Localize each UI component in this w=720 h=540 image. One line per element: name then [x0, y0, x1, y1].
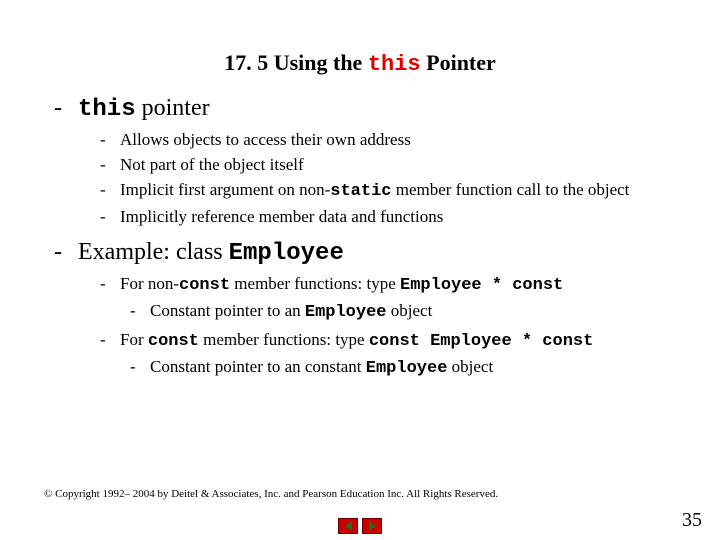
sub-1-4: - Implicitly reference member data and f…: [100, 206, 670, 229]
dash-icon: -: [100, 129, 120, 152]
title-suffix: Pointer: [421, 50, 496, 75]
slide-title: 17. 5 Using the this Pointer: [50, 50, 670, 77]
sub-2-1-sublist: - Constant pointer to an Employee object: [130, 300, 670, 327]
subsub-2-1-1-text: Constant pointer to an Employee object: [150, 300, 432, 325]
sub-1-2: - Not part of the object itself: [100, 154, 670, 177]
dash-icon: -: [130, 356, 150, 379]
title-keyword: this: [368, 52, 421, 77]
sub-1-3-post: member function call to the object: [391, 180, 629, 199]
slide-content: 17. 5 Using the this Pointer - this poin…: [0, 0, 720, 383]
sub-1-4-text: Implicitly reference member data and fun…: [120, 206, 443, 229]
bullet-list: - this pointer - Allows objects to acces…: [50, 95, 670, 383]
sub-1-1-text: Allows objects to access their own addre…: [120, 129, 411, 152]
prev-button[interactable]: [338, 518, 358, 534]
sub-1-2-text: Not part of the object itself: [120, 154, 304, 177]
subsub-2-1-1: - Constant pointer to an Employee object: [130, 300, 670, 325]
sub-2-1-text: For non-const member functions: type Emp…: [120, 273, 563, 298]
bullet-2-kw: Employee: [229, 240, 344, 267]
subsub-2-1-1-kw: Employee: [305, 303, 387, 322]
dash-icon: -: [100, 273, 120, 296]
subsub-2-2-1-text: Constant pointer to an constant Employee…: [150, 356, 493, 381]
sub-1-1: - Allows objects to access their own add…: [100, 129, 670, 152]
title-prefix: 17. 5 Using the: [224, 50, 368, 75]
subsub-2-2-1: - Constant pointer to an constant Employ…: [130, 356, 670, 381]
bullet-1-keyword: this: [78, 96, 136, 123]
dash-icon: -: [100, 329, 120, 352]
sub-2-1-pre: For non-: [120, 274, 179, 293]
dash-icon: -: [100, 179, 120, 202]
sub-2-2: - For const member functions: type const…: [100, 329, 670, 383]
subsub-2-2-1-pre: Constant pointer to an constant: [150, 357, 366, 376]
bullet-1-sublist: - Allows objects to access their own add…: [100, 129, 670, 229]
subsub-2-1-1-pre: Constant pointer to an: [150, 301, 305, 320]
dash-icon: -: [100, 206, 120, 229]
sub-2-2-text: For const member functions: type const E…: [120, 329, 593, 354]
dash-icon: -: [50, 95, 78, 122]
sub-2-2-pre: For: [120, 330, 148, 349]
bullet-2-pre: Example: class: [78, 239, 229, 265]
sub-2-2-mid: member functions: type: [199, 330, 369, 349]
sub-1-3-pre: Implicit first argument on non-: [120, 180, 330, 199]
dash-icon: -: [50, 239, 78, 266]
sub-2-1-mid: member functions: type: [230, 274, 400, 293]
bullet-1-rest: pointer: [136, 95, 210, 121]
sub-2-1-kw1: const: [179, 276, 230, 295]
dash-icon: -: [130, 300, 150, 323]
bullet-1: - this pointer - Allows objects to acces…: [50, 95, 670, 229]
triangle-right-icon: [369, 521, 376, 531]
sub-1-3: - Implicit first argument on non-static …: [100, 179, 670, 204]
sub-2-2-kw1: const: [148, 332, 199, 351]
subsub-2-2-1-post: object: [447, 357, 493, 376]
bullet-1-row: - this pointer: [50, 95, 670, 123]
copyright-text: © Copyright 1992– 2004 by Deitel & Assoc…: [44, 488, 498, 500]
slide-nav: [338, 518, 382, 534]
page-number: 35: [682, 509, 702, 532]
dash-icon: -: [100, 154, 120, 177]
sub-1-3-kw: static: [330, 182, 391, 201]
next-button[interactable]: [362, 518, 382, 534]
sub-1-3-text: Implicit first argument on non-static me…: [120, 179, 629, 204]
sub-2-2-sublist: - Constant pointer to an constant Employ…: [130, 356, 670, 383]
subsub-2-1-1-post: object: [387, 301, 433, 320]
sub-2-2-kw2: const Employee * const: [369, 332, 593, 351]
sub-2-1-kw2: Employee * const: [400, 276, 563, 295]
bullet-2-sublist: - For non-const member functions: type E…: [100, 273, 670, 383]
subsub-2-2-1-kw: Employee: [366, 359, 448, 378]
bullet-2-row: - Example: class Employee: [50, 239, 670, 267]
sub-2-1: - For non-const member functions: type E…: [100, 273, 670, 327]
bullet-1-text: this pointer: [78, 95, 210, 123]
bullet-2: - Example: class Employee - For non-cons…: [50, 239, 670, 383]
bullet-2-text: Example: class Employee: [78, 239, 344, 267]
triangle-left-icon: [345, 521, 352, 531]
